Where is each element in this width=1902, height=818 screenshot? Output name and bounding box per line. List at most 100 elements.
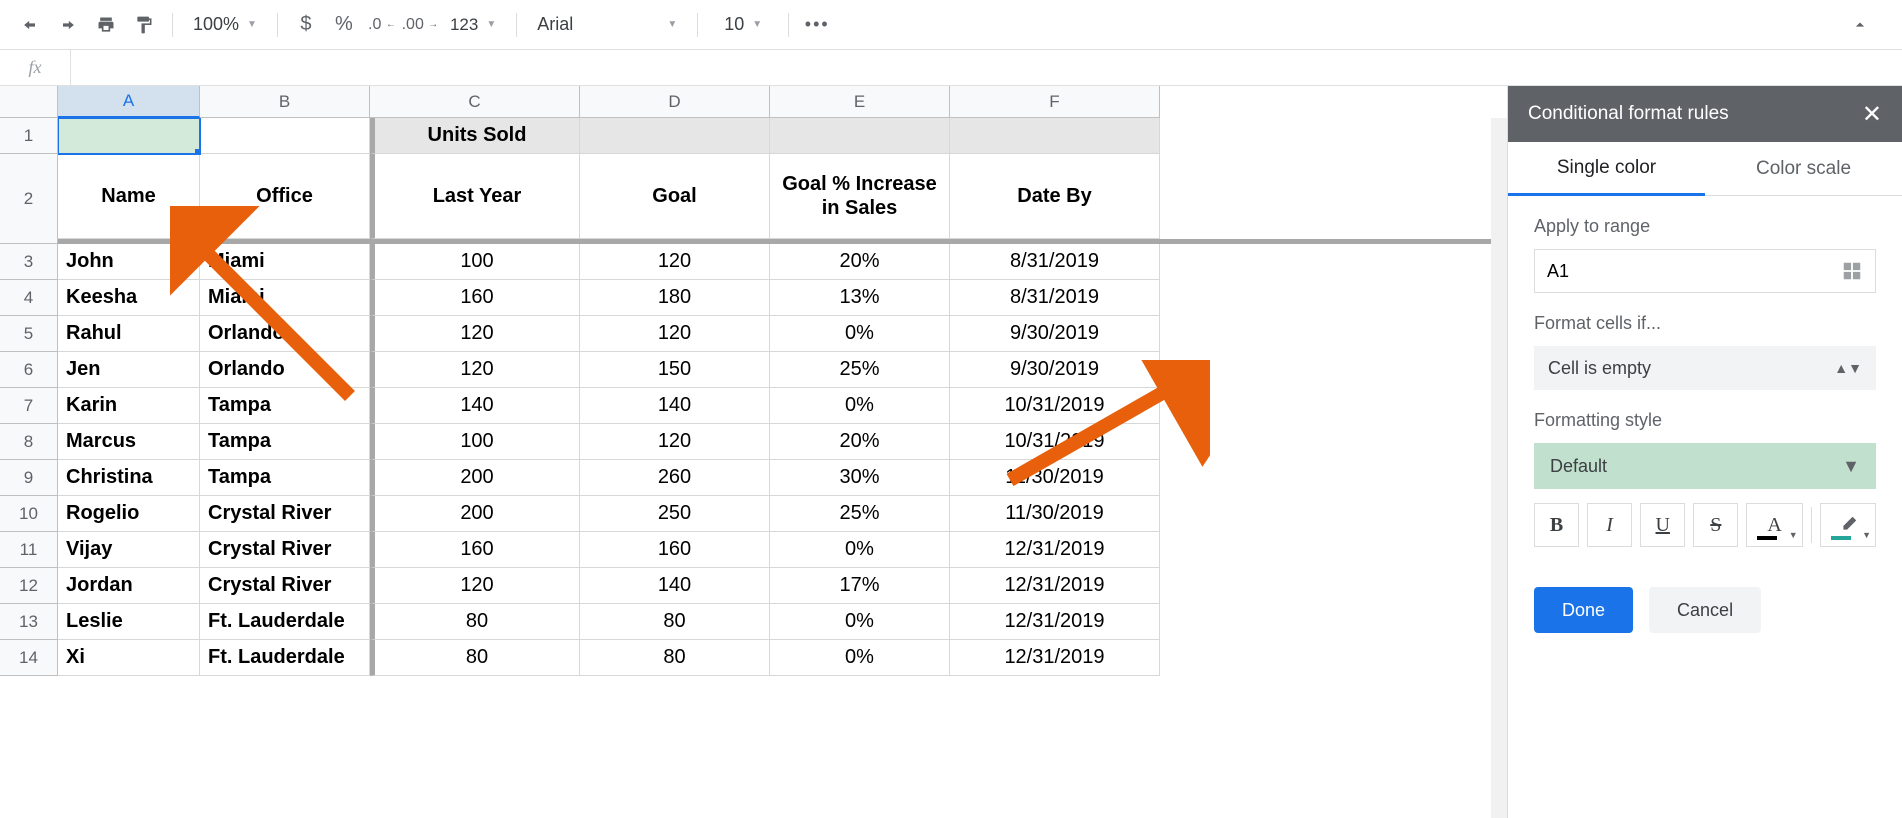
cell[interactable]: 0% <box>770 316 950 352</box>
cell[interactable]: 200 <box>370 496 580 532</box>
cell[interactable]: 80 <box>370 604 580 640</box>
range-input[interactable] <box>1547 261 1841 282</box>
cell[interactable]: Units Sold <box>370 118 580 154</box>
cell[interactable]: 140 <box>370 388 580 424</box>
cell[interactable]: Goal % Increase in Sales <box>770 154 950 239</box>
row-header-1[interactable]: 1 <box>0 118 58 154</box>
cell[interactable]: Date By <box>950 154 1160 239</box>
cell[interactable]: Ft. Lauderdale <box>200 640 370 676</box>
row-header-12[interactable]: 12 <box>0 568 58 604</box>
cell[interactable]: 12/31/2019 <box>950 604 1160 640</box>
redo-button[interactable] <box>50 7 86 43</box>
cell[interactable]: 25% <box>770 496 950 532</box>
cell[interactable]: 10/31/2019 <box>950 424 1160 460</box>
cell[interactable] <box>58 118 200 154</box>
undo-button[interactable] <box>12 7 48 43</box>
column-header-C[interactable]: C <box>370 86 580 118</box>
cell[interactable]: 120 <box>370 316 580 352</box>
font-dropdown[interactable]: Arial▼ <box>527 7 687 43</box>
currency-button[interactable]: $ <box>288 7 324 43</box>
cell[interactable]: 120 <box>370 352 580 388</box>
cell[interactable]: 0% <box>770 604 950 640</box>
cell[interactable]: Rahul <box>58 316 200 352</box>
row-header-13[interactable]: 13 <box>0 604 58 640</box>
column-header-E[interactable]: E <box>770 86 950 118</box>
cell[interactable]: Tampa <box>200 388 370 424</box>
cell[interactable]: 120 <box>580 424 770 460</box>
vertical-scrollbar[interactable] <box>1491 118 1507 818</box>
column-header-B[interactable]: B <box>200 86 370 118</box>
row-header-14[interactable]: 14 <box>0 640 58 676</box>
row-header-5[interactable]: 5 <box>0 316 58 352</box>
zoom-dropdown[interactable]: 100%▼ <box>183 7 267 43</box>
cell[interactable] <box>950 118 1160 154</box>
style-preview-dropdown[interactable]: Default▼ <box>1534 443 1876 489</box>
cell[interactable]: Crystal River <box>200 532 370 568</box>
cell[interactable]: 150 <box>580 352 770 388</box>
row-header-8[interactable]: 8 <box>0 424 58 460</box>
cell[interactable]: Miami <box>200 244 370 280</box>
cell[interactable]: Xi <box>58 640 200 676</box>
increase-decimal-button[interactable]: .00 → <box>402 7 438 43</box>
cell[interactable]: Christina <box>58 460 200 496</box>
tab-color-scale[interactable]: Color scale <box>1705 142 1902 196</box>
column-header-D[interactable]: D <box>580 86 770 118</box>
cell[interactable]: Office <box>200 154 370 239</box>
cell[interactable]: 30% <box>770 460 950 496</box>
cell[interactable]: 9/30/2019 <box>950 352 1160 388</box>
cell[interactable]: 120 <box>370 568 580 604</box>
cell[interactable]: 250 <box>580 496 770 532</box>
close-icon[interactable]: ✕ <box>1862 100 1882 129</box>
cell[interactable]: Goal <box>580 154 770 239</box>
tab-single-color[interactable]: Single color <box>1508 142 1705 196</box>
cell[interactable]: 80 <box>580 640 770 676</box>
cell[interactable]: 120 <box>580 316 770 352</box>
done-button[interactable]: Done <box>1534 587 1633 633</box>
cell[interactable]: Miami <box>200 280 370 316</box>
cell[interactable] <box>200 118 370 154</box>
cell[interactable]: 80 <box>370 640 580 676</box>
row-header-7[interactable]: 7 <box>0 388 58 424</box>
cell[interactable]: 12/31/2019 <box>950 532 1160 568</box>
print-button[interactable] <box>88 7 124 43</box>
cell[interactable]: 13% <box>770 280 950 316</box>
cell[interactable]: Vijay <box>58 532 200 568</box>
column-header-A[interactable]: A <box>58 86 200 118</box>
more-formats-dropdown[interactable]: 123▼ <box>440 7 506 43</box>
cell[interactable]: 140 <box>580 568 770 604</box>
cell[interactable]: 20% <box>770 244 950 280</box>
cell[interactable]: 0% <box>770 388 950 424</box>
cell[interactable] <box>770 118 950 154</box>
cell[interactable]: Ft. Lauderdale <box>200 604 370 640</box>
cell[interactable]: Name <box>58 154 200 239</box>
cell[interactable]: 120 <box>580 244 770 280</box>
cell[interactable]: 260 <box>580 460 770 496</box>
cell[interactable]: Crystal River <box>200 496 370 532</box>
cell[interactable]: 11/30/2019 <box>950 496 1160 532</box>
cell[interactable]: Keesha <box>58 280 200 316</box>
cell[interactable]: 100 <box>370 424 580 460</box>
row-header-11[interactable]: 11 <box>0 532 58 568</box>
row-header-3[interactable]: 3 <box>0 244 58 280</box>
row-header-6[interactable]: 6 <box>0 352 58 388</box>
cell[interactable]: 12/31/2019 <box>950 568 1160 604</box>
cell[interactable]: 25% <box>770 352 950 388</box>
cell[interactable]: 160 <box>370 280 580 316</box>
cell[interactable]: Jen <box>58 352 200 388</box>
cell[interactable]: Leslie <box>58 604 200 640</box>
cell[interactable] <box>580 118 770 154</box>
cell[interactable]: Karin <box>58 388 200 424</box>
range-picker-icon[interactable] <box>1841 260 1863 282</box>
cell[interactable]: 100 <box>370 244 580 280</box>
select-all-corner[interactable] <box>0 86 58 118</box>
underline-button[interactable]: U <box>1640 503 1685 547</box>
cell[interactable]: 10/31/2019 <box>950 388 1160 424</box>
row-header-2[interactable]: 2 <box>0 154 58 244</box>
cell[interactable]: Orlando <box>200 316 370 352</box>
cell[interactable]: John <box>58 244 200 280</box>
decrease-decimal-button[interactable]: .0 ← <box>364 7 400 43</box>
cell[interactable]: Tampa <box>200 460 370 496</box>
cell[interactable]: Rogelio <box>58 496 200 532</box>
row-header-10[interactable]: 10 <box>0 496 58 532</box>
cell[interactable]: 8/31/2019 <box>950 244 1160 280</box>
